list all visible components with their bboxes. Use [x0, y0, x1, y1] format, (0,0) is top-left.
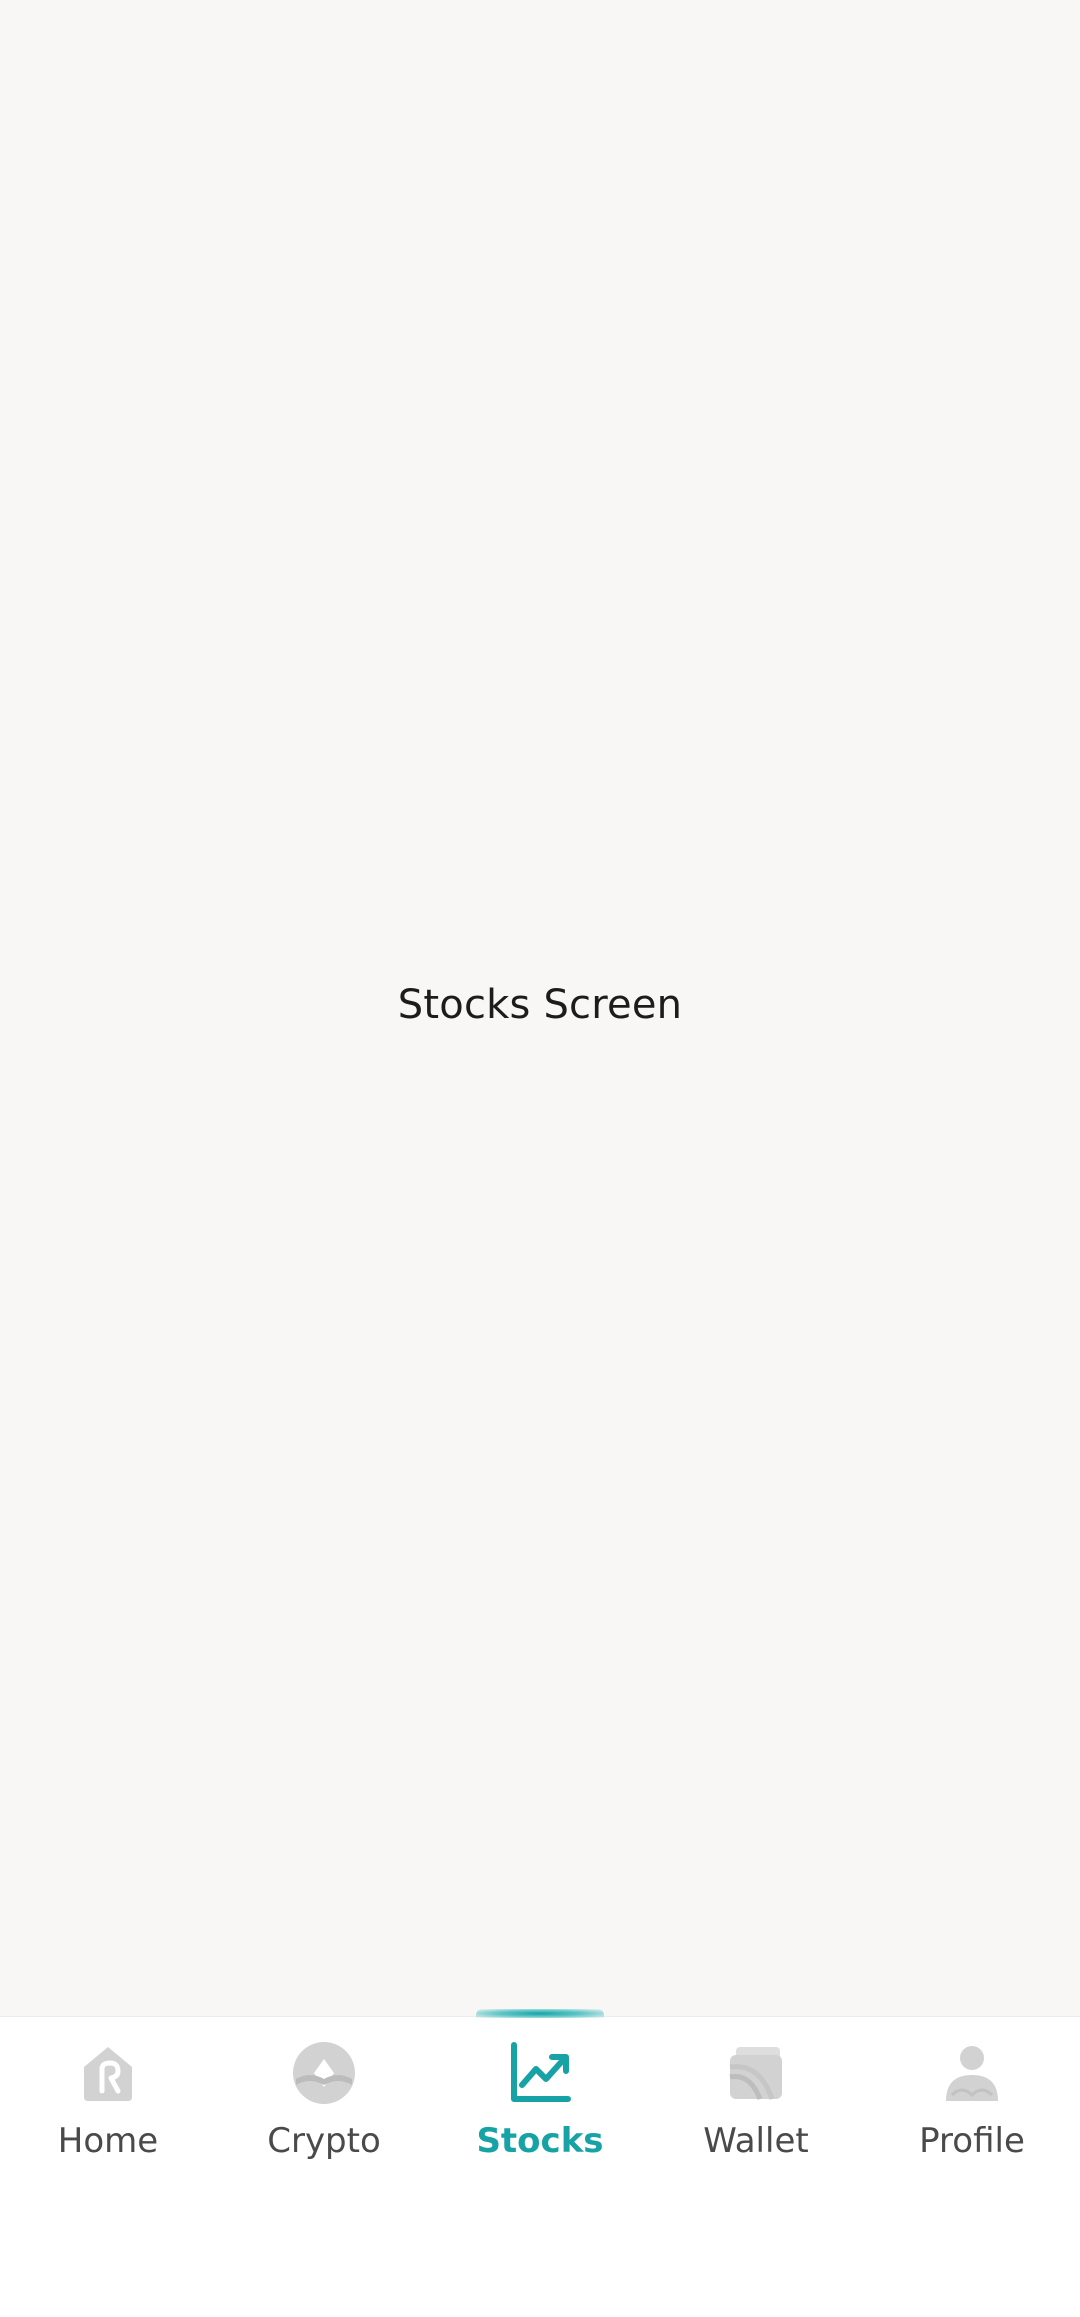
- bottom-navigation-bar: Home Crypto Stocks Wallet Profile: [0, 2009, 1080, 2317]
- nav-tab-home[interactable]: Home: [0, 2017, 216, 2217]
- nav-label-wallet: Wallet: [703, 2121, 809, 2161]
- nav-label-crypto: Crypto: [267, 2121, 381, 2161]
- home-icon: [72, 2037, 144, 2109]
- stocks-screen: Stocks Screen: [0, 0, 1080, 2016]
- wallet-icon: [720, 2037, 792, 2109]
- nav-tab-stocks[interactable]: Stocks: [432, 2017, 648, 2217]
- screen-title: Stocks Screen: [397, 982, 683, 1028]
- nav-label-home: Home: [57, 2121, 159, 2161]
- nav-label-stocks: Stocks: [476, 2121, 604, 2161]
- crypto-icon: [288, 2037, 360, 2109]
- nav-tab-profile[interactable]: Profile: [864, 2017, 1080, 2217]
- stocks-chart-icon: [504, 2037, 576, 2109]
- profile-icon: [936, 2037, 1008, 2109]
- nav-tab-crypto[interactable]: Crypto: [216, 2017, 432, 2217]
- nav-tab-wallet[interactable]: Wallet: [648, 2017, 864, 2217]
- nav-label-profile: Profile: [919, 2121, 1025, 2161]
